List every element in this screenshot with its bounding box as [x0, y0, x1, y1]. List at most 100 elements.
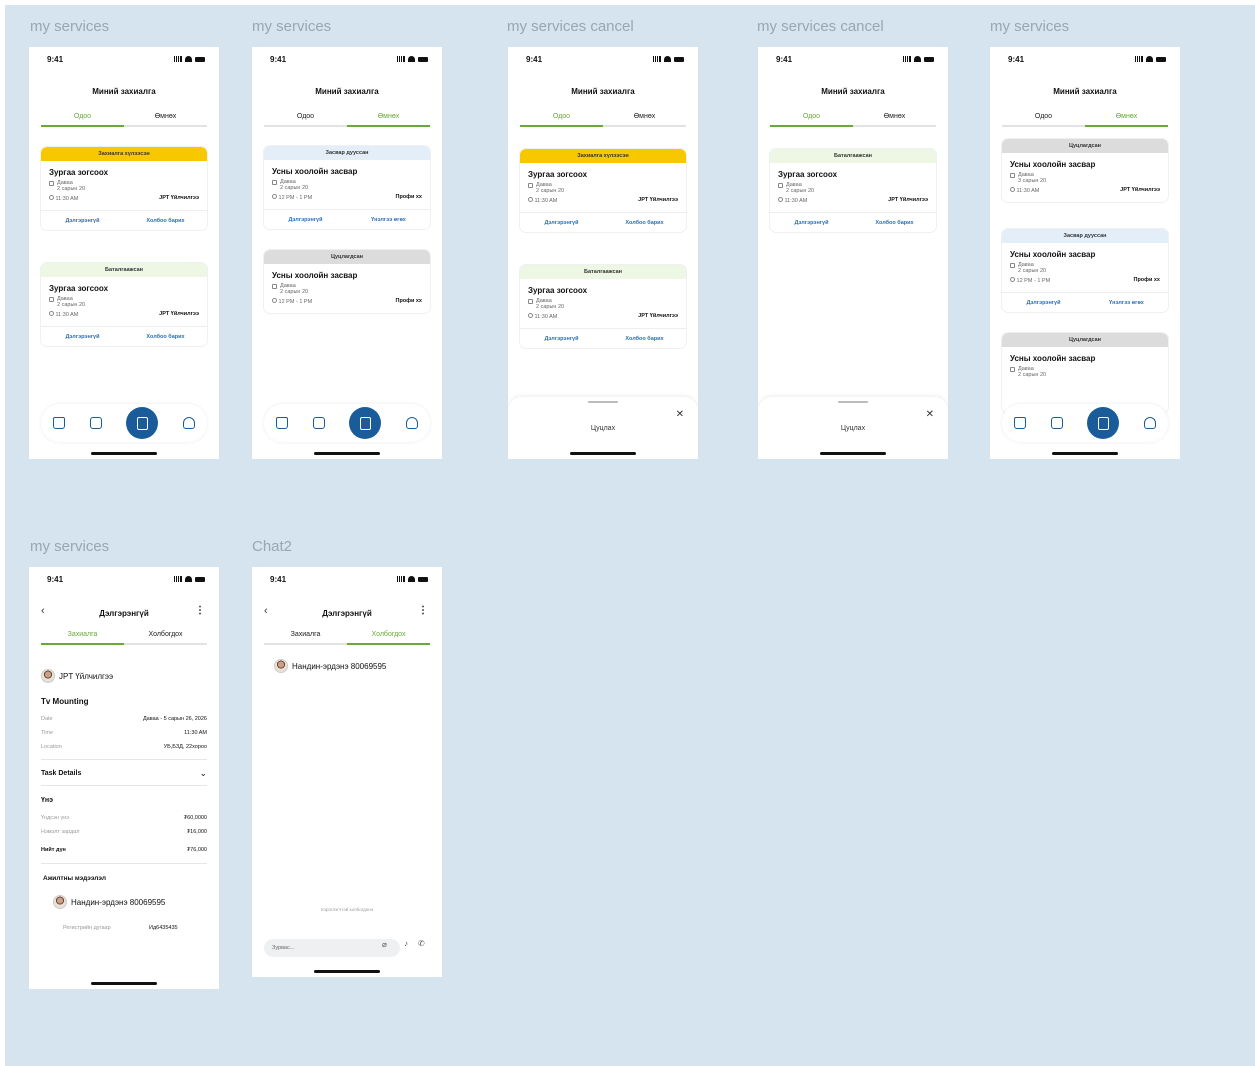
- card-provider: Профи хх: [395, 298, 422, 304]
- tab-contact[interactable]: Холбогдох: [347, 631, 430, 645]
- tab-contact[interactable]: Холбогдох: [124, 631, 207, 643]
- clipboard-icon[interactable]: [312, 417, 325, 429]
- phone-my-services-history: 9:41 Миний захиалга Одоо Өмнөх Цуцлагдса…: [990, 47, 1180, 459]
- chevron-down-icon[interactable]: ⌄: [199, 768, 207, 779]
- home-indicator: [91, 982, 157, 985]
- message-input[interactable]: Зурвас...: [264, 939, 400, 957]
- mic-icon[interactable]: ♪: [404, 939, 408, 948]
- card-provider: JPT Үйлчилгээ: [159, 311, 199, 317]
- card-date: 2 сарын 20: [280, 289, 309, 295]
- order-card[interactable]: Цуцлагдсан Усны хоолойн засвар Даваа 2 с…: [264, 250, 430, 313]
- cancel-button[interactable]: Цуцлах: [758, 425, 948, 432]
- card-title: Усны хоолойн засвар: [1010, 250, 1096, 259]
- home-icon[interactable]: [53, 417, 66, 429]
- more-icon[interactable]: ⋮: [418, 605, 428, 616]
- details-button[interactable]: Дэлгэрэнгүй: [520, 329, 603, 348]
- user-icon[interactable]: [182, 417, 195, 429]
- clipboard-icon[interactable]: [89, 417, 102, 429]
- card-time: 11:30 AM: [55, 196, 79, 202]
- tab-before[interactable]: Өмнөх: [124, 113, 207, 125]
- signal-icon: [903, 56, 911, 62]
- tab-order[interactable]: Захиалга: [41, 631, 124, 645]
- details-button[interactable]: Дэлгэрэнгүй: [41, 211, 124, 230]
- home-icon[interactable]: [276, 417, 289, 429]
- card-time: 11:30 AM: [55, 312, 79, 318]
- task-details-toggle[interactable]: Task Details: [41, 770, 81, 777]
- clock-icon: [272, 194, 277, 199]
- contact-button[interactable]: Холбоо барих: [603, 213, 686, 232]
- clock-icon: [272, 298, 277, 303]
- order-card[interactable]: Засвар дууссан Усны хоолойн засвар Даваа…: [264, 146, 430, 229]
- home-icon[interactable]: [1014, 417, 1027, 429]
- tab-before[interactable]: Өмнөх: [347, 113, 430, 127]
- status-badge: Цуцлагдсан: [1002, 333, 1168, 347]
- home-indicator: [570, 452, 636, 455]
- page-title: Миний захиалга: [821, 87, 885, 96]
- orders-icon[interactable]: [126, 407, 159, 439]
- status-badge: Баталгаажсан: [520, 265, 686, 279]
- card-title: Усны хоолойн засвар: [1010, 354, 1096, 363]
- details-button[interactable]: Дэлгэрэнгүй: [520, 213, 603, 232]
- order-card[interactable]: Засвар дууссан Усны хоолойн засвар Даваа…: [1002, 229, 1168, 312]
- status-bar: 9:41: [508, 55, 698, 65]
- card-date: 2 сарын 20: [57, 302, 86, 308]
- order-card[interactable]: Цуцлагдсан Усны хоолойн засвар Даваа 2 с…: [1002, 333, 1168, 413]
- close-icon[interactable]: ✕: [676, 409, 684, 420]
- card-provider: JPT Үйлчилгээ: [638, 197, 678, 203]
- contact-button[interactable]: Холбоо барих: [124, 327, 207, 346]
- location-label: Location: [41, 744, 62, 750]
- tab-now[interactable]: Одоо: [520, 113, 603, 127]
- tab-before[interactable]: Өмнөх: [853, 113, 936, 125]
- contact-row[interactable]: Нандин-эрдэнэ 80069595: [274, 659, 386, 673]
- attach-icon[interactable]: ⌀: [382, 940, 387, 949]
- contact-button[interactable]: Холбоо барих: [603, 329, 686, 348]
- order-card[interactable]: Баталгаажсан Зургаа зогсоох Даваа 2 сары…: [41, 263, 207, 346]
- close-icon[interactable]: ✕: [926, 409, 934, 420]
- battery-icon: [924, 56, 934, 62]
- orders-icon[interactable]: [1087, 407, 1120, 439]
- details-button[interactable]: Дэлгэрэнгүй: [41, 327, 124, 346]
- contact-button[interactable]: Холбоо барих: [124, 211, 207, 230]
- sheet-grabber[interactable]: [838, 401, 868, 403]
- calendar-icon: [528, 182, 533, 188]
- sheet-grabber[interactable]: [588, 401, 618, 403]
- tab-now[interactable]: Одоо: [264, 113, 347, 125]
- price-value: ₮60,0000: [183, 815, 207, 821]
- tab-before[interactable]: Өмнөх: [1085, 113, 1168, 127]
- tab-before[interactable]: Өмнөх: [603, 113, 686, 125]
- card-date: 2 сарын 20: [1018, 268, 1047, 274]
- tab-now[interactable]: Одоо: [1002, 113, 1085, 125]
- card-date: 2 сарын 20: [57, 186, 86, 192]
- details-button[interactable]: Дэлгэрэнгүй: [770, 213, 853, 232]
- tab-now[interactable]: Одоо: [41, 113, 124, 127]
- review-button[interactable]: Үнэлгээ өгөх: [1085, 293, 1168, 312]
- order-card[interactable]: Захиалга хүлээсэн Зургаа зогсоох Даваа 2…: [520, 149, 686, 232]
- page-title: Миний захиалга: [1053, 87, 1117, 96]
- card-provider: JPT Үйлчилгээ: [159, 195, 199, 201]
- page-title: Миний захиалга: [571, 87, 635, 96]
- order-card[interactable]: Захиалга хүлээсэн Зургаа зогсоох Даваа 2…: [41, 147, 207, 230]
- review-button[interactable]: Үнэлгээ өгөх: [347, 210, 430, 229]
- phone-icon[interactable]: ✆: [418, 939, 425, 948]
- signal-icon: [653, 56, 661, 62]
- more-icon[interactable]: ⋮: [195, 605, 205, 616]
- tab-now[interactable]: Одоо: [770, 113, 853, 127]
- order-card[interactable]: Цуцлагдсан Усны хоолойн засвар Даваа 3 с…: [1002, 139, 1168, 202]
- details-button[interactable]: Дэлгэрэнгүй: [1002, 293, 1085, 312]
- clipboard-icon[interactable]: [1050, 417, 1063, 429]
- user-icon[interactable]: [405, 417, 418, 429]
- price-heading: Үнэ: [41, 797, 53, 804]
- orders-icon[interactable]: [349, 407, 382, 439]
- card-time: 11:30 AM: [1016, 188, 1040, 194]
- status-badge: Цуцлагдсан: [1002, 139, 1168, 153]
- details-button[interactable]: Дэлгэрэнгүй: [264, 210, 347, 229]
- contact-button[interactable]: Холбоо барих: [853, 213, 936, 232]
- cancel-button[interactable]: Цуцлах: [508, 425, 698, 432]
- frame-title: my services: [30, 18, 110, 35]
- order-card[interactable]: Баталгаажсан Зургаа зогсоох Даваа 2 сары…: [520, 265, 686, 348]
- user-icon[interactable]: [1143, 417, 1156, 429]
- status-badge: Захиалга хүлээсэн: [41, 147, 207, 161]
- order-card[interactable]: Баталгаажсан Зургаа зогсоох Даваа 2 сары…: [770, 149, 936, 232]
- signal-icon: [174, 56, 182, 62]
- tab-order[interactable]: Захиалга: [264, 631, 347, 643]
